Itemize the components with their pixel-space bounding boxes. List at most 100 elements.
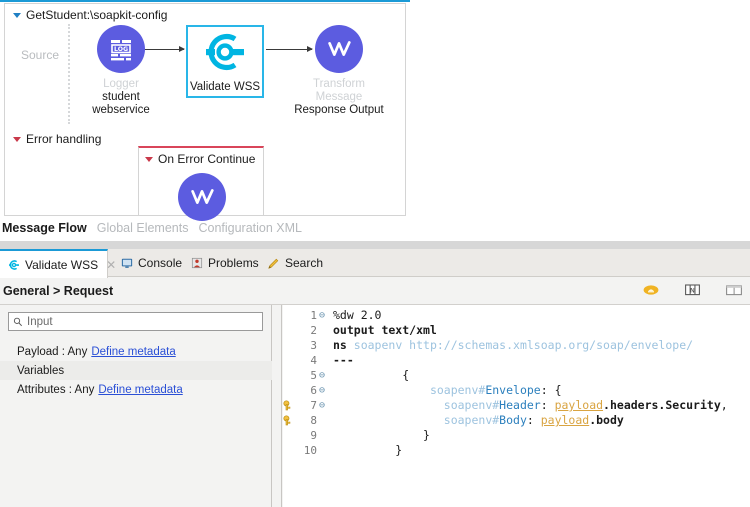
chevron-down-icon[interactable] <box>13 136 21 142</box>
code-line[interactable]: 3 ns soapenv http://schemas.xmlsoap.org/s… <box>283 338 750 353</box>
show-metadata-icon[interactable]: N <box>685 284 700 296</box>
search-icon <box>267 257 280 270</box>
line-number: 1 <box>310 309 317 322</box>
panel-tab-problems-label: Problems <box>208 256 259 270</box>
preview-icon[interactable] <box>643 284 659 296</box>
flow-container: GetStudent:\soapkit-config Source LOG Lo… <box>4 3 406 129</box>
code-text: { <box>333 368 410 382</box>
svg-text:LOG: LOG <box>114 46 128 53</box>
input-row-payload-label: Payload : Any <box>17 345 88 358</box>
flow-node-error-transform[interactable] <box>178 173 226 221</box>
on-error-continue-label: On Error Continue <box>158 152 256 166</box>
panel-tab-console[interactable]: Console <box>113 249 190 277</box>
canvas-tab-message-flow[interactable]: Message Flow <box>2 221 87 235</box>
panel-tabbar: Validate WSS ✕ Console Problems Search <box>0 249 750 278</box>
panel-tab-search[interactable]: Search <box>259 249 331 277</box>
code-line[interactable]: 10 } <box>283 443 750 458</box>
panel-tab-validate-wss-label: Validate WSS <box>25 257 99 272</box>
fold-marker-icon[interactable]: ⊖ <box>317 368 327 383</box>
search-input-wrap[interactable]: Input <box>8 312 263 331</box>
panel-sash[interactable] <box>0 241 750 249</box>
chevron-down-icon[interactable] <box>145 156 153 162</box>
code-line[interactable]: 7 ⊖ soapenv#Header: payload.headers.Secur… <box>283 398 750 413</box>
code-text: } <box>333 428 430 442</box>
breadcrumb[interactable]: General > Request <box>3 284 113 298</box>
flow-node-transform-message-sub1: Response Output <box>294 104 384 116</box>
flow-node-transform-message[interactable]: Transform Message Response Output <box>289 25 389 117</box>
canvas-tab-global-elements[interactable]: Global Elements <box>97 221 189 235</box>
code-line[interactable]: 2 output text/xml <box>283 323 750 338</box>
line-number: 2 <box>310 324 317 337</box>
code-text: output text/xml <box>333 323 437 337</box>
code-text: ns soapenv http://schemas.xmlsoap.org/so… <box>333 338 694 352</box>
line-number: 7 <box>310 399 317 412</box>
line-number: 3 <box>310 339 317 352</box>
console-icon <box>121 257 133 269</box>
pane-divider[interactable] <box>272 305 282 507</box>
code-line[interactable]: 9 } <box>283 428 750 443</box>
flow-node-validate-wss[interactable]: Validate WSS <box>177 28 273 94</box>
canvas-top-accent-line <box>0 0 410 2</box>
panel-tab-problems[interactable]: Problems <box>183 249 267 277</box>
input-row-variables[interactable]: Variables <box>0 361 272 380</box>
flow-node-logger[interactable]: LOG Logger student webservice <box>73 25 169 117</box>
code-text: soapenv#Envelope: { <box>429 383 562 397</box>
editor-toolbar: N <box>643 284 742 296</box>
transform-message-icon <box>315 25 363 73</box>
code-line[interactable]: 1 ⊖ %dw 2.0 <box>283 308 750 323</box>
validate-wss-icon <box>8 259 20 271</box>
flow-header[interactable]: GetStudent:\soapkit-config <box>13 8 167 22</box>
panel-tab-console-label: Console <box>138 256 183 270</box>
mule-studio-window: GetStudent:\soapkit-config Source LOG Lo… <box>0 0 750 507</box>
problems-icon <box>191 257 203 269</box>
chevron-down-icon[interactable] <box>13 12 21 18</box>
svg-text:N: N <box>690 286 695 294</box>
code-line[interactable]: 6 ⊖ soapenv#Envelope: { <box>283 383 750 398</box>
flow-canvas: GetStudent:\soapkit-config Source LOG Lo… <box>0 0 410 235</box>
error-handling-container: Error handling On Error Continue <box>4 128 406 221</box>
search-input[interactable]: Input <box>27 316 53 328</box>
code-text: --- <box>333 353 354 367</box>
code-text: soapenv#Body: payload.body <box>443 413 624 427</box>
line-number: 6 <box>310 384 317 397</box>
validate-wss-icon <box>201 28 249 76</box>
panel-tab-search-label: Search <box>285 256 324 270</box>
flow-title-label: GetStudent:\soapkit-config <box>26 8 168 22</box>
line-number: 5 <box>310 369 317 382</box>
transform-message-icon <box>178 173 226 221</box>
code-line[interactable]: 8 soapenv#Body: payload.body <box>283 413 750 428</box>
split-view-icon[interactable] <box>726 284 742 296</box>
fold-marker-icon[interactable]: ⊖ <box>317 398 327 413</box>
warning-marker-icon[interactable] <box>283 415 295 426</box>
flow-node-transform-message-label: Transform Message <box>313 78 365 103</box>
source-placeholder-label: Source <box>21 48 60 62</box>
input-row-attributes-label: Attributes : Any <box>17 383 95 396</box>
panel-tab-validate-wss[interactable]: Validate WSS ✕ <box>0 249 116 278</box>
input-row-attributes[interactable]: Attributes : Any Define metadata <box>0 380 272 399</box>
canvas-tab-configuration-xml[interactable]: Configuration XML <box>198 221 302 235</box>
warning-marker-icon[interactable] <box>283 400 295 411</box>
editor-panel: Validate WSS ✕ Console Problems Search G… <box>0 249 750 507</box>
editor-code[interactable]: 1 ⊖ %dw 2.0 2 output text/xml 3 ns soapenv htt… <box>283 308 750 458</box>
input-row-payload[interactable]: Payload : Any Define metadata <box>0 342 272 361</box>
code-line[interactable]: 5 ⊖ { <box>283 368 750 383</box>
define-metadata-link[interactable]: Define metadata <box>98 384 182 396</box>
fold-marker-icon[interactable]: ⊖ <box>317 383 327 398</box>
input-row-variables-label: Variables <box>17 364 65 377</box>
input-pane: Input Payload : Any Define metadata Vari… <box>0 305 272 507</box>
dataweave-editor[interactable]: 1 ⊖ %dw 2.0 2 output text/xml 3 ns soapenv htt… <box>283 305 750 507</box>
breadcrumb-bar: General > Request N <box>0 278 750 305</box>
line-number: 9 <box>310 429 317 442</box>
line-number: 8 <box>310 414 317 427</box>
error-handling-header[interactable]: Error handling <box>13 132 101 146</box>
flow-node-validate-wss-label: Validate WSS <box>189 81 261 93</box>
flow-node-logger-label: Logger <box>103 78 139 90</box>
fold-marker-icon[interactable]: ⊖ <box>317 308 327 323</box>
on-error-continue-header[interactable]: On Error Continue <box>145 152 255 166</box>
flow-node-logger-sub1: student <box>102 91 140 103</box>
on-error-continue-scope[interactable]: On Error Continue <box>138 146 264 221</box>
error-handling-label: Error handling <box>26 132 102 146</box>
define-metadata-link[interactable]: Define metadata <box>91 346 175 358</box>
code-text: %dw 2.0 <box>333 308 382 322</box>
code-line[interactable]: 4 --- <box>283 353 750 368</box>
